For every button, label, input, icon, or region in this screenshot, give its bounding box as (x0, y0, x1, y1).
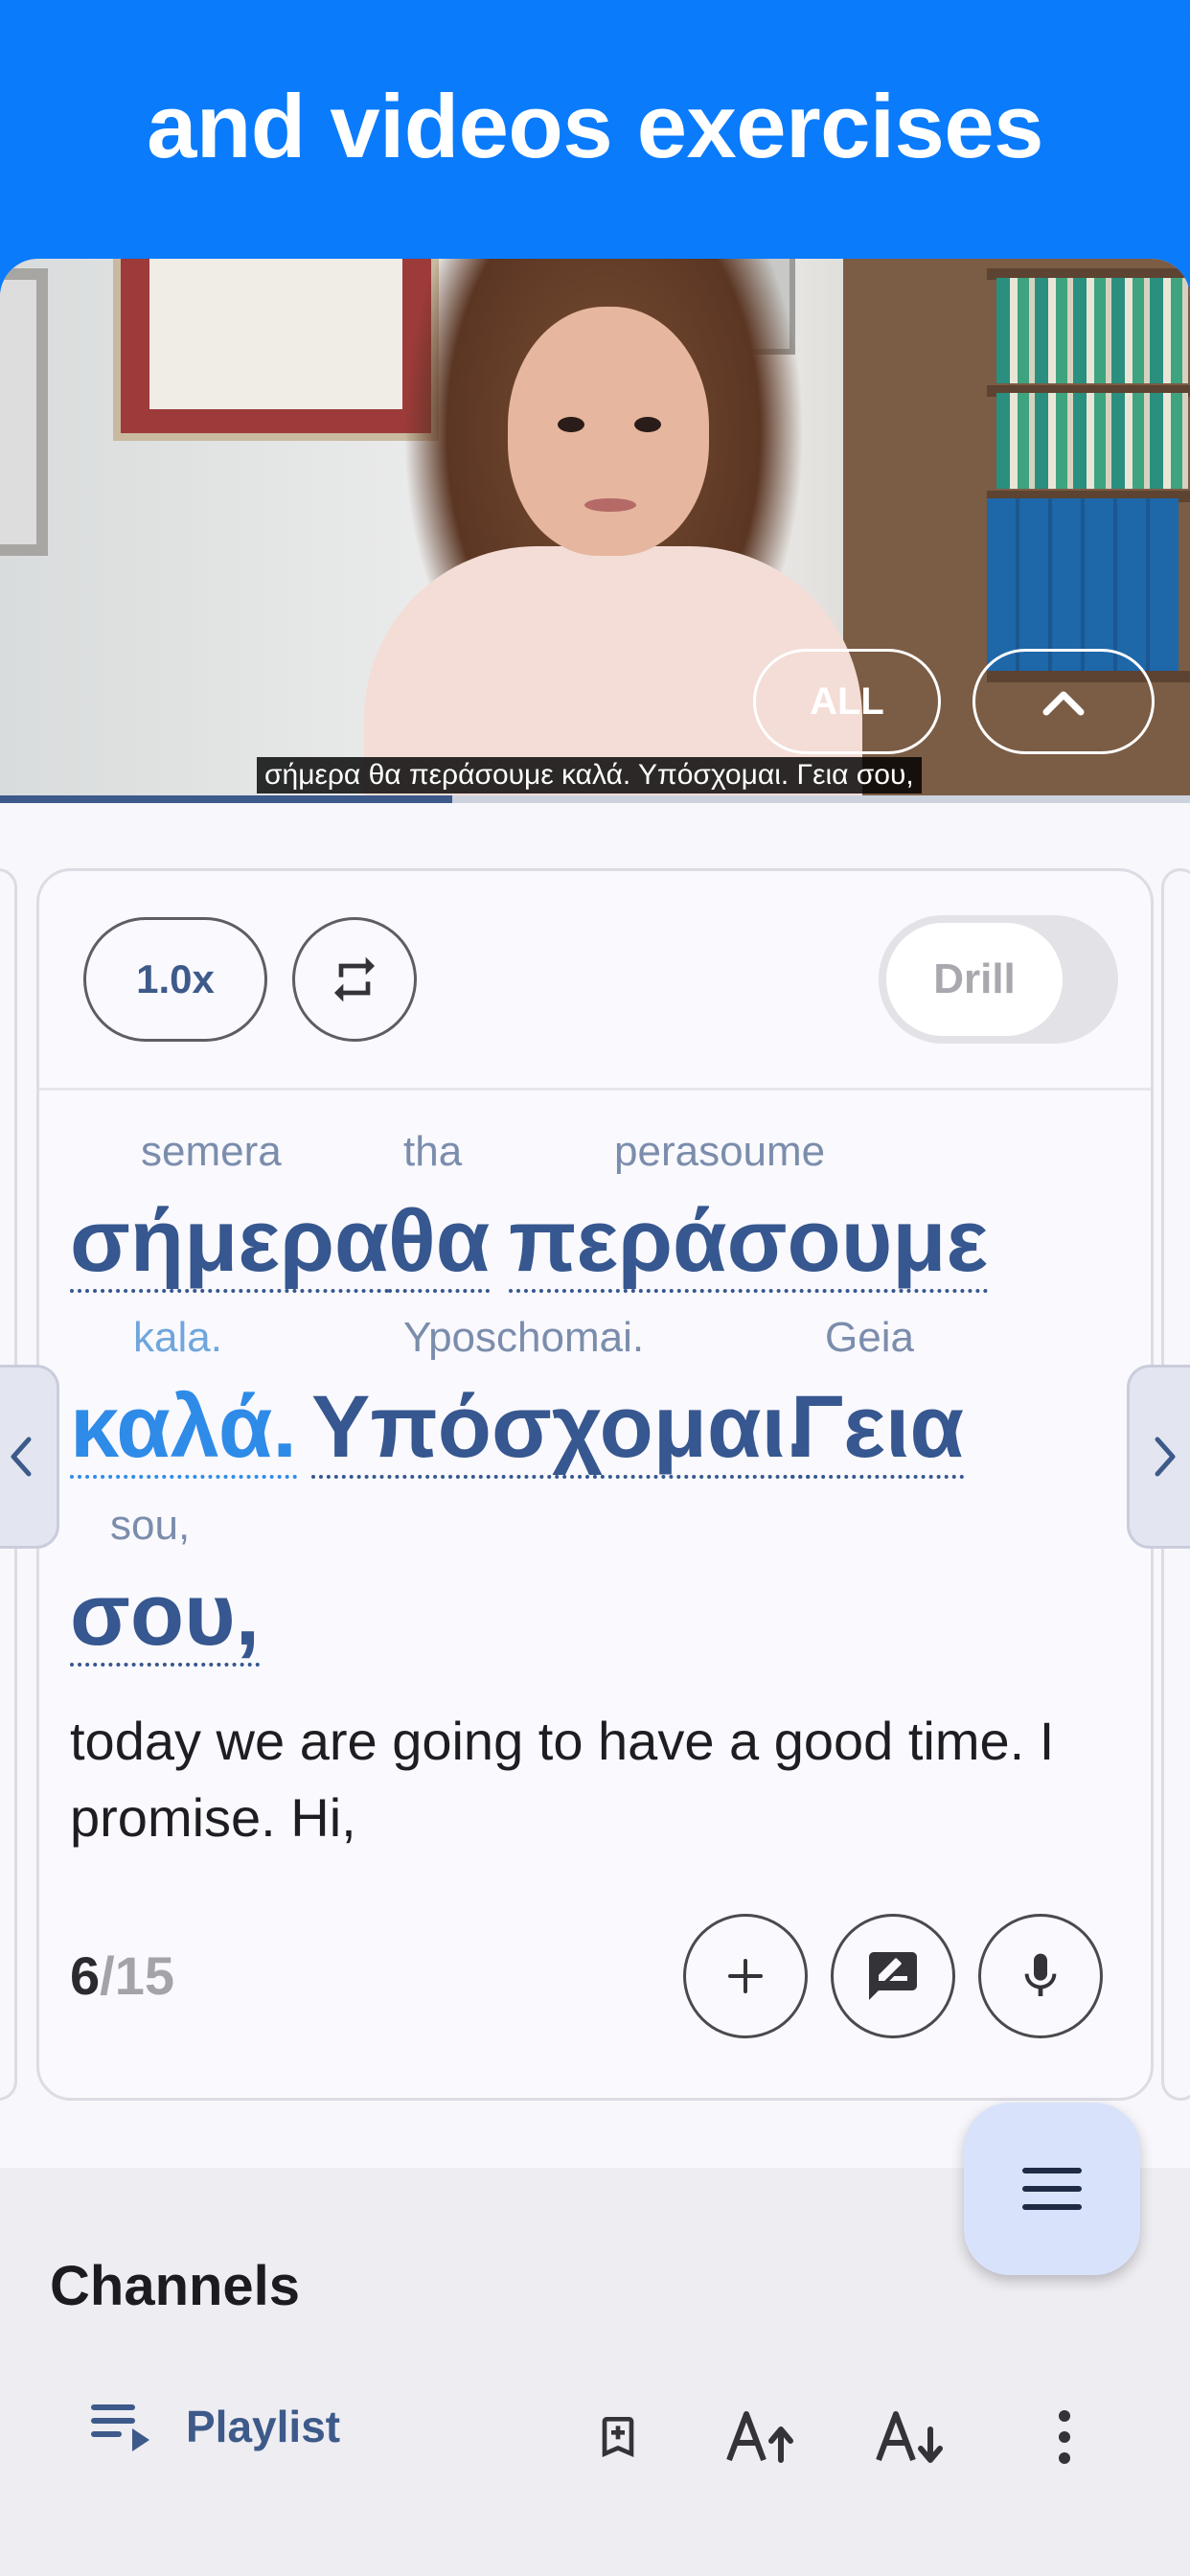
previous-phrase-button[interactable] (0, 1365, 59, 1549)
transliteration: perasoume (614, 1128, 826, 1175)
banner-title: and videos exercises (147, 76, 1043, 176)
transliteration: Yposchomai. (403, 1314, 645, 1361)
greek-word[interactable]: θα (388, 1197, 491, 1293)
transliteration: tha (403, 1128, 463, 1175)
phrase-card: 1.0x Drill semera tha perasoume σήμερα θ… (36, 868, 1154, 2101)
playback-speed-button[interactable]: 1.0x (83, 917, 267, 1042)
menu-fab[interactable] (964, 2103, 1140, 2275)
transliteration: Geia (825, 1314, 914, 1361)
repeat-icon (334, 956, 375, 1002)
promo-banner: and videos exercises (0, 0, 1190, 259)
add-icon (728, 1959, 763, 1993)
repeat-button[interactable] (292, 917, 417, 1042)
greek-word[interactable]: Υπόσχομαι. (311, 1383, 811, 1479)
video-subtitle: σήμερα θα περάσουμε καλά. Υπόσχομαι. Γει… (257, 757, 922, 794)
more-options-button[interactable] (1021, 2394, 1108, 2480)
feedback-icon (869, 1952, 917, 2000)
all-subtitles-button[interactable]: ALL (753, 649, 941, 754)
card-divider (39, 1088, 1151, 1091)
counter-current: 6 (70, 1945, 101, 2006)
playlist-label: Playlist (186, 2402, 341, 2451)
chevron-up-icon (1042, 691, 1085, 716)
menu-icon (1022, 2168, 1082, 2210)
app-screen: ALL σήμερα θα περάσουμε καλά. Υπόσχομαι.… (0, 259, 1190, 2576)
next-phrase-button[interactable] (1127, 1365, 1190, 1549)
playlist-button[interactable]: Playlist (90, 2398, 340, 2455)
record-button[interactable] (978, 1914, 1103, 2038)
drill-toggle-label: Drill (886, 923, 1063, 1036)
video-scene-certificate (113, 259, 439, 441)
counter-total: /15 (100, 1945, 175, 2006)
feedback-button[interactable] (831, 1914, 955, 2038)
chevron-right-icon (1155, 1437, 1176, 1477)
font-increase-button[interactable] (721, 2394, 807, 2480)
bookmark-add-icon (602, 2417, 634, 2457)
greek-word[interactable]: περάσουμε (509, 1197, 989, 1293)
transliteration: semera (141, 1128, 282, 1175)
video-progress-bar[interactable] (0, 795, 1190, 803)
greek-word-current[interactable]: καλά. (70, 1383, 297, 1479)
video-speaker-face (508, 307, 709, 556)
video-scene-frame (0, 268, 48, 556)
playlist-icon (91, 2404, 149, 2451)
video-player[interactable]: ALL σήμερα θα περάσουμε καλά. Υπόσχομαι.… (0, 259, 1190, 795)
chevron-left-icon (11, 1437, 32, 1477)
add-button[interactable] (683, 1914, 808, 2038)
greek-word[interactable]: σήμερα (70, 1197, 389, 1293)
greek-word[interactable]: Γεια (790, 1383, 965, 1479)
transliteration: sou, (110, 1502, 191, 1549)
video-progress-fill (0, 795, 452, 803)
transliteration: kala. (133, 1314, 222, 1361)
bookmark-add-button[interactable] (575, 2394, 661, 2480)
font-decrease-button[interactable] (870, 2394, 956, 2480)
channels-title: Channels (50, 2255, 301, 2317)
english-translation: today we are going to have a good time. … (70, 1711, 1055, 1848)
more-vert-icon (1059, 2410, 1070, 2464)
drill-toggle[interactable]: Drill (879, 915, 1118, 1044)
font-increase-icon (726, 2411, 793, 2463)
mic-icon (1024, 1953, 1057, 1996)
greek-word[interactable]: σου, (70, 1571, 261, 1667)
collapse-video-button[interactable] (973, 649, 1155, 754)
font-decrease-icon (876, 2411, 943, 2463)
phrase-counter: 6/15 (70, 1944, 174, 2007)
